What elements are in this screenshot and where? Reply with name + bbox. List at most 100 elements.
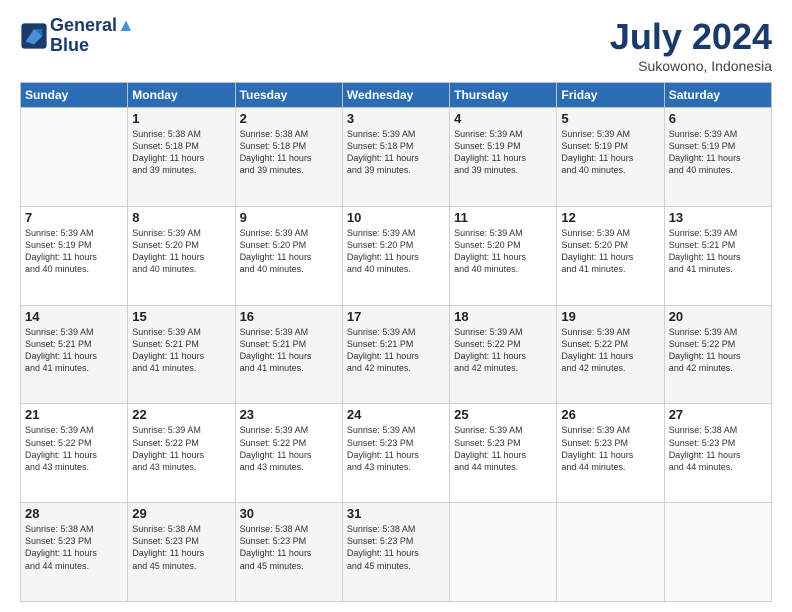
day-number: 26 — [561, 407, 659, 422]
day-info: Sunrise: 5:38 AM Sunset: 5:23 PM Dayligh… — [240, 523, 338, 572]
table-row: 29 Sunrise: 5:38 AM Sunset: 5:23 PM Dayli… — [128, 503, 235, 602]
col-friday: Friday — [557, 83, 664, 108]
day-info: Sunrise: 5:39 AM Sunset: 5:20 PM Dayligh… — [347, 227, 445, 276]
day-info: Sunrise: 5:39 AM Sunset: 5:22 PM Dayligh… — [669, 326, 767, 375]
calendar-header-row: Sunday Monday Tuesday Wednesday Thursday… — [21, 83, 772, 108]
day-number: 24 — [347, 407, 445, 422]
table-row — [21, 108, 128, 207]
day-info: Sunrise: 5:38 AM Sunset: 5:23 PM Dayligh… — [25, 523, 123, 572]
day-number: 23 — [240, 407, 338, 422]
table-row: 3 Sunrise: 5:39 AM Sunset: 5:18 PM Daylig… — [342, 108, 449, 207]
day-number: 16 — [240, 309, 338, 324]
day-info: Sunrise: 5:39 AM Sunset: 5:21 PM Dayligh… — [347, 326, 445, 375]
table-row: 10Sunrise: 5:39 AM Sunset: 5:20 PM Dayli… — [342, 206, 449, 305]
table-row: 2Sunrise: 5:38 AM Sunset: 5:18 PM Daylig… — [235, 108, 342, 207]
day-info: Sunrise: 5:39 AM Sunset: 5:22 PM Dayligh… — [25, 424, 123, 473]
logo-text: General▲ Blue — [50, 16, 135, 56]
day-number: 17 — [347, 309, 445, 324]
table-row — [664, 503, 771, 602]
table-row: 6 Sunrise: 5:39 AM Sunset: 5:19 PM Daylig… — [664, 108, 771, 207]
day-info: Sunrise: 5:39 AM Sunset: 5:19 PM Dayligh… — [454, 128, 552, 177]
table-row: 13Sunrise: 5:39 AM Sunset: 5:21 PM Dayli… — [664, 206, 771, 305]
table-row: 18 Sunrise: 5:39 AM Sunset: 5:22 PM Dayli… — [450, 305, 557, 404]
day-info: Sunrise: 5:38 AM Sunset: 5:23 PM Dayligh… — [132, 523, 230, 572]
day-info: Sunrise: 5:39 AM Sunset: 5:18 PM Dayligh… — [347, 128, 445, 177]
logo-icon — [20, 22, 48, 50]
table-row: 15 Sunrise: 5:39 AM Sunset: 5:21 PM Dayli… — [128, 305, 235, 404]
day-number: 30 — [240, 506, 338, 521]
day-info: Sunrise: 5:39 AM Sunset: 5:23 PM Dayligh… — [561, 424, 659, 473]
table-row: 17 Sunrise: 5:39 AM Sunset: 5:21 PM Dayli… — [342, 305, 449, 404]
day-info: Sunrise: 5:38 AM Sunset: 5:18 PM Dayligh… — [132, 128, 230, 177]
day-number: 2 — [240, 111, 338, 126]
table-row: 19 Sunrise: 5:39 AM Sunset: 5:22 PM Dayli… — [557, 305, 664, 404]
day-info: Sunrise: 5:39 AM Sunset: 5:22 PM Dayligh… — [561, 326, 659, 375]
day-number: 6 — [669, 111, 767, 126]
day-number: 7 — [25, 210, 123, 225]
table-row: 31 Sunrise: 5:38 AM Sunset: 5:23 PM Dayli… — [342, 503, 449, 602]
table-row: 20 Sunrise: 5:39 AM Sunset: 5:22 PM Dayli… — [664, 305, 771, 404]
day-info: Sunrise: 5:39 AM Sunset: 5:22 PM Dayligh… — [132, 424, 230, 473]
day-number: 20 — [669, 309, 767, 324]
day-info: Sunrise: 5:39 AM Sunset: 5:21 PM Dayligh… — [25, 326, 123, 375]
table-row: 5Sunrise: 5:39 AM Sunset: 5:19 PM Daylig… — [557, 108, 664, 207]
month-title: July 2024 — [610, 16, 772, 58]
day-number: 31 — [347, 506, 445, 521]
day-info: Sunrise: 5:39 AM Sunset: 5:19 PM Dayligh… — [669, 128, 767, 177]
table-row: 27Sunrise: 5:38 AM Sunset: 5:23 PM Dayli… — [664, 404, 771, 503]
col-thursday: Thursday — [450, 83, 557, 108]
header: General▲ Blue July 2024 Sukowono, Indone… — [20, 16, 772, 74]
table-row: 11Sunrise: 5:39 AM Sunset: 5:20 PM Dayli… — [450, 206, 557, 305]
table-row: 4Sunrise: 5:39 AM Sunset: 5:19 PM Daylig… — [450, 108, 557, 207]
day-info: Sunrise: 5:39 AM Sunset: 5:19 PM Dayligh… — [561, 128, 659, 177]
day-number: 12 — [561, 210, 659, 225]
calendar-week-row: 7 Sunrise: 5:39 AM Sunset: 5:19 PM Daylig… — [21, 206, 772, 305]
day-info: Sunrise: 5:39 AM Sunset: 5:23 PM Dayligh… — [454, 424, 552, 473]
col-sunday: Sunday — [21, 83, 128, 108]
table-row — [557, 503, 664, 602]
day-number: 28 — [25, 506, 123, 521]
col-wednesday: Wednesday — [342, 83, 449, 108]
day-info: Sunrise: 5:39 AM Sunset: 5:21 PM Dayligh… — [240, 326, 338, 375]
day-info: Sunrise: 5:39 AM Sunset: 5:21 PM Dayligh… — [669, 227, 767, 276]
col-tuesday: Tuesday — [235, 83, 342, 108]
day-number: 19 — [561, 309, 659, 324]
calendar-week-row: 14 Sunrise: 5:39 AM Sunset: 5:21 PM Dayli… — [21, 305, 772, 404]
calendar-week-row: 28 Sunrise: 5:38 AM Sunset: 5:23 PM Dayli… — [21, 503, 772, 602]
calendar-week-row: 1 Sunrise: 5:38 AM Sunset: 5:18 PM Daylig… — [21, 108, 772, 207]
day-info: Sunrise: 5:39 AM Sunset: 5:22 PM Dayligh… — [454, 326, 552, 375]
day-info: Sunrise: 5:39 AM Sunset: 5:23 PM Dayligh… — [347, 424, 445, 473]
table-row: 9 Sunrise: 5:39 AM Sunset: 5:20 PM Daylig… — [235, 206, 342, 305]
day-number: 9 — [240, 210, 338, 225]
table-row: 1 Sunrise: 5:38 AM Sunset: 5:18 PM Daylig… — [128, 108, 235, 207]
day-number: 27 — [669, 407, 767, 422]
calendar-table: Sunday Monday Tuesday Wednesday Thursday… — [20, 82, 772, 602]
day-info: Sunrise: 5:39 AM Sunset: 5:22 PM Dayligh… — [240, 424, 338, 473]
day-number: 14 — [25, 309, 123, 324]
day-number: 18 — [454, 309, 552, 324]
table-row: 25 Sunrise: 5:39 AM Sunset: 5:23 PM Dayli… — [450, 404, 557, 503]
day-number: 15 — [132, 309, 230, 324]
day-number: 1 — [132, 111, 230, 126]
day-info: Sunrise: 5:39 AM Sunset: 5:19 PM Dayligh… — [25, 227, 123, 276]
col-monday: Monday — [128, 83, 235, 108]
table-row: 14 Sunrise: 5:39 AM Sunset: 5:21 PM Dayli… — [21, 305, 128, 404]
day-number: 25 — [454, 407, 552, 422]
day-info: Sunrise: 5:38 AM Sunset: 5:23 PM Dayligh… — [347, 523, 445, 572]
table-row: 26 Sunrise: 5:39 AM Sunset: 5:23 PM Dayli… — [557, 404, 664, 503]
table-row: 16 Sunrise: 5:39 AM Sunset: 5:21 PM Dayli… — [235, 305, 342, 404]
day-number: 22 — [132, 407, 230, 422]
day-number: 29 — [132, 506, 230, 521]
calendar-week-row: 21 Sunrise: 5:39 AM Sunset: 5:22 PM Dayli… — [21, 404, 772, 503]
day-number: 21 — [25, 407, 123, 422]
table-row: 24 Sunrise: 5:39 AM Sunset: 5:23 PM Dayli… — [342, 404, 449, 503]
day-info: Sunrise: 5:39 AM Sunset: 5:21 PM Dayligh… — [132, 326, 230, 375]
page: General▲ Blue July 2024 Sukowono, Indone… — [0, 0, 792, 612]
day-info: Sunrise: 5:39 AM Sunset: 5:20 PM Dayligh… — [561, 227, 659, 276]
day-number: 8 — [132, 210, 230, 225]
day-info: Sunrise: 5:39 AM Sunset: 5:20 PM Dayligh… — [454, 227, 552, 276]
day-info: Sunrise: 5:39 AM Sunset: 5:20 PM Dayligh… — [240, 227, 338, 276]
logo: General▲ Blue — [20, 16, 135, 56]
table-row: 7 Sunrise: 5:39 AM Sunset: 5:19 PM Daylig… — [21, 206, 128, 305]
day-number: 3 — [347, 111, 445, 126]
